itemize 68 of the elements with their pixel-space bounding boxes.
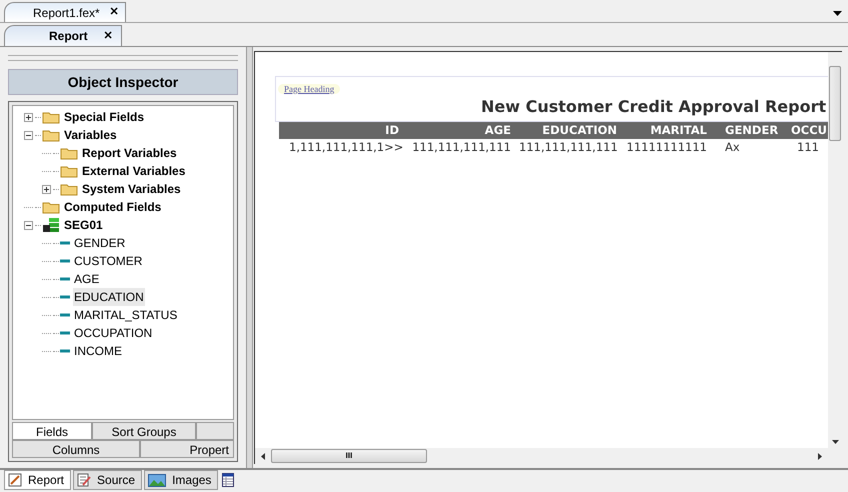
scroll-right-icon[interactable] [818, 452, 822, 460]
section-label[interactable]: Page Heading [278, 84, 340, 94]
tree-item[interactable]: Computed Fields [63, 198, 162, 216]
pencil-icon [8, 473, 22, 487]
folder-icon [42, 200, 60, 214]
tree-item[interactable]: External Variables [81, 162, 186, 180]
folder-icon [60, 146, 78, 160]
landscape-picture-icon [148, 474, 166, 486]
field-icon [60, 349, 70, 353]
expand-icon[interactable] [24, 112, 32, 122]
collapse-icon[interactable] [24, 220, 32, 230]
table-icon[interactable] [222, 473, 234, 487]
panel-tab[interactable]: Columns [12, 440, 140, 458]
table-cell-text: Ax [724, 139, 741, 156]
panel-tab[interactable]: Sort Groups [92, 422, 196, 440]
bottom-tab[interactable]: Images [144, 470, 218, 490]
tree-item[interactable]: Variables [63, 126, 118, 144]
bottom-tab[interactable]: Source [73, 470, 142, 490]
tree-item[interactable]: INCOME [73, 342, 123, 360]
dropdown-caret-icon[interactable] [833, 11, 842, 16]
table-cell-text: 1,111,111,111,1>> [288, 139, 404, 156]
column-header: OCCU [790, 122, 827, 139]
bottom-tab[interactable]: Report [4, 470, 72, 490]
document-tab[interactable]: Report1.fex* ✕ [4, 2, 126, 22]
tree-item[interactable]: MARITAL_STATUS [73, 306, 178, 324]
tree-item[interactable]: CUSTOMER [73, 252, 144, 270]
column-header: MARITAL [649, 122, 708, 139]
document-pencil-icon [77, 473, 92, 487]
panel-tab[interactable]: Fields [12, 422, 92, 440]
tree-item[interactable]: Report Variables [81, 144, 178, 162]
column-header: ID [384, 122, 400, 139]
column-header: GENDER [724, 122, 780, 139]
table-cell-text: 111 [796, 139, 820, 156]
close-icon[interactable]: ✕ [104, 28, 113, 44]
field-icon [60, 331, 70, 335]
scroll-down-icon[interactable] [832, 440, 838, 444]
stacked-blocks-icon [42, 217, 60, 233]
view-tab[interactable]: Report ✕ [4, 25, 122, 46]
scrollbar-thumb[interactable] [829, 66, 841, 141]
panel-header: Object Inspector [8, 69, 238, 95]
panel-tab[interactable]: Propert [140, 440, 234, 458]
scrollbar-thumb[interactable]: III [271, 449, 427, 463]
folder-icon [42, 110, 60, 124]
folder-icon [60, 164, 78, 178]
table-cell-text: 111,111,111,111 [411, 139, 512, 156]
table-cell-text: 111,111,111,111 [519, 139, 619, 156]
tree-item[interactable]: SEG01 [63, 216, 104, 234]
tree-item[interactable]: System Variables [81, 180, 182, 198]
scroll-left-icon[interactable] [261, 452, 265, 460]
field-icon [60, 241, 70, 245]
folder-icon [42, 128, 60, 142]
column-header: AGE [484, 122, 512, 139]
tree-item[interactable]: GENDER [73, 234, 126, 252]
tree-item[interactable]: AGE [73, 270, 100, 288]
close-icon[interactable]: ✕ [110, 4, 119, 21]
tree-item[interactable]: OCCUPATION [73, 324, 154, 342]
field-icon [60, 295, 70, 299]
field-icon [60, 277, 70, 281]
table-cell-text: 11111111111 [626, 139, 708, 156]
field-icon [60, 259, 70, 263]
field-icon [60, 313, 70, 317]
tree-item[interactable]: EDUCATION [73, 288, 145, 306]
column-header: EDUCATION [541, 122, 618, 139]
collapse-icon[interactable] [24, 130, 32, 140]
report-title: New Customer Credit Approval Report [480, 97, 828, 117]
expand-icon[interactable] [42, 184, 50, 194]
folder-icon [60, 182, 78, 196]
tree-item[interactable]: Special Fields [63, 108, 146, 126]
